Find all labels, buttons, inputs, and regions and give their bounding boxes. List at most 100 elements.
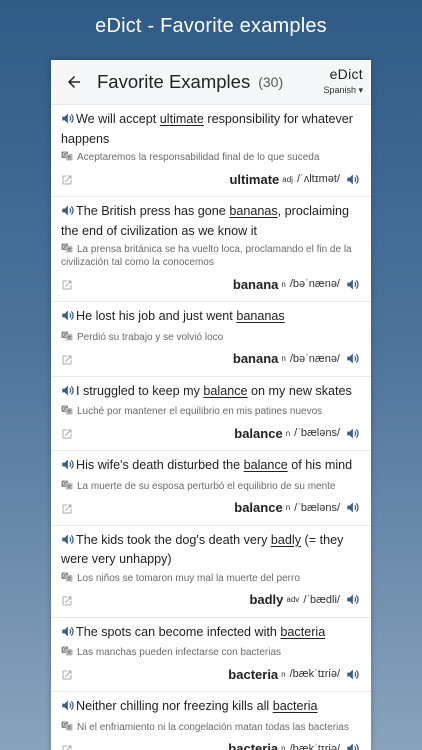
translation-text: Las manchas pueden infectarse con bacter… <box>77 647 282 658</box>
example-card[interactable]: We will accept ultimate responsibility f… <box>51 104 371 196</box>
example-sentence: The British press has gone bananas, proc… <box>61 203 361 240</box>
translation-text: Aceptaremos la responsabilidad final de … <box>77 152 320 163</box>
open-external-icon[interactable] <box>61 427 73 439</box>
word-row: banana n/bəˈnænə/ <box>61 348 361 370</box>
open-external-icon[interactable] <box>61 278 73 290</box>
speaker-icon[interactable] <box>346 742 361 750</box>
speaker-icon[interactable] <box>346 501 361 514</box>
speaker-icon[interactable] <box>61 384 76 403</box>
translate-icon: G文 <box>61 480 73 490</box>
example-sentence: We will accept ultimate responsibility f… <box>61 111 361 148</box>
promo-banner-title: eDict - Favorite examples <box>95 14 327 37</box>
highlighted-word[interactable]: balance <box>203 384 247 398</box>
headword-text: badly <box>249 592 284 607</box>
pronunciation: /ˈbæləns/ <box>294 427 340 439</box>
highlighted-word[interactable]: bacteria <box>280 625 325 639</box>
translation-text: La prensa británica se ha vuelto loca, p… <box>61 244 352 268</box>
speaker-icon[interactable] <box>61 309 76 328</box>
translation-text: Los niños se tomaron muy mal la muerte d… <box>77 572 300 584</box>
part-of-speech: adv <box>286 595 300 604</box>
headword-text: banana <box>232 276 279 292</box>
open-external-icon[interactable] <box>61 502 73 514</box>
highlighted-word[interactable]: bananas <box>229 204 277 218</box>
open-external-icon[interactable] <box>61 594 73 606</box>
headword-text: ultimate <box>229 171 280 187</box>
example-card[interactable]: The kids took the dog's death very badly… <box>51 524 371 617</box>
speaker-icon[interactable] <box>346 278 361 291</box>
language-dropdown[interactable]: Spanish ▾ <box>323 85 363 96</box>
open-external-icon[interactable] <box>61 668 73 680</box>
highlighted-word[interactable]: balance <box>244 458 288 472</box>
example-card[interactable]: Neither chilling nor freezing kills all … <box>51 691 371 750</box>
translation: G 文 Luché por mantener el equilibrio en mi… <box>61 405 361 418</box>
translation-text: Luché por mantener el equilibrio en mis … <box>77 406 323 417</box>
part-of-speech: n <box>281 669 286 679</box>
highlighted-word[interactable]: ultimate <box>160 112 204 126</box>
headword[interactable]: balance n/ˈbæləns/ <box>234 500 361 515</box>
app-screen: Favorite Examples (30) eDict Spanish ▾ W… <box>51 60 371 750</box>
pronunciation: /bækˈtɪriə/ <box>289 742 340 750</box>
example-card[interactable]: He lost his job and just went bananas G 文 P… <box>51 301 371 376</box>
part-of-speech: n <box>285 428 291 438</box>
translation: G 文 Aceptaremos la responsabilidad final d… <box>61 151 361 164</box>
translation: G 文 Perdió su trabajo y se volvió loco <box>61 331 361 344</box>
speaker-icon[interactable] <box>61 625 76 644</box>
part-of-speech: n <box>281 279 286 289</box>
app-bar: Favorite Examples (30) eDict Spanish ▾ <box>51 60 371 104</box>
example-sentence: The kids took the dog's death very badly… <box>61 532 361 569</box>
speaker-icon[interactable] <box>61 699 76 718</box>
speaker-icon[interactable] <box>61 458 76 477</box>
highlighted-word[interactable]: badly <box>271 533 301 547</box>
headword[interactable]: bacteria n/bækˈtɪriə/ <box>228 667 361 682</box>
example-sentence: His wife's death disturbed the balance o… <box>61 457 361 477</box>
open-external-icon[interactable] <box>61 353 73 365</box>
word-row: banana n/bəˈnænə/ <box>61 273 361 295</box>
headword[interactable]: badly adv/ˈbædli/ <box>249 592 361 607</box>
speaker-icon[interactable] <box>61 112 76 131</box>
headword[interactable]: banana n/bəˈnænə/ <box>233 277 361 292</box>
example-card[interactable]: The British press has gone bananas, proc… <box>51 196 371 301</box>
sentence-text: He lost his job and just went <box>76 309 237 323</box>
speaker-icon[interactable] <box>346 427 361 440</box>
back-arrow-icon[interactable] <box>65 73 83 91</box>
pronunciation: /bəˈnænə/ <box>289 278 340 290</box>
open-external-icon[interactable] <box>61 743 73 750</box>
headword-text: balance <box>234 425 283 441</box>
headword[interactable]: balance n/ˈbæləns/ <box>234 426 361 441</box>
sentence-text: We will accept <box>76 112 160 126</box>
example-sentence: I struggled to keep my balance on my new… <box>61 383 361 403</box>
example-card[interactable]: His wife's death disturbed the balance o… <box>51 450 371 525</box>
headword-text: banana <box>232 351 279 366</box>
translate-icon: G文 <box>61 405 73 415</box>
example-sentence: The spots can become infected with bacte… <box>61 624 361 644</box>
pronunciation: /ˈbæləns/ <box>294 501 340 514</box>
sentence-text: I struggled to keep my <box>76 383 204 398</box>
word-row: bacteria n/bækˈtɪriə/ <box>61 738 361 750</box>
highlighted-word[interactable]: bacteria <box>273 699 318 713</box>
highlighted-word[interactable]: bananas <box>236 309 284 323</box>
example-sentence: He lost his job and just went bananas <box>61 308 361 328</box>
open-external-icon[interactable] <box>61 173 73 185</box>
sentence-text: Neither chilling nor freezing kills all <box>76 699 273 713</box>
speaker-icon[interactable] <box>61 204 76 223</box>
speaker-icon[interactable] <box>346 352 361 365</box>
example-card[interactable]: I struggled to keep my balance on my new… <box>51 375 371 450</box>
word-row: badly adv/ˈbædli/ <box>61 589 361 611</box>
speaker-icon[interactable] <box>346 668 361 681</box>
example-card[interactable]: The spots can become infected with bacte… <box>51 616 371 691</box>
translate-icon: G文 <box>61 572 73 582</box>
translate-icon: G文 <box>61 721 73 731</box>
speaker-icon[interactable] <box>346 593 361 606</box>
headword[interactable]: banana n/bəˈnænə/ <box>233 351 361 366</box>
translation-text: Perdió su trabajo y se volvió loco <box>77 331 224 343</box>
headword[interactable]: ultimate adj/ˈʌltɪmət/ <box>229 172 361 187</box>
headword-text: bacteria <box>228 741 279 750</box>
page-title: Favorite Examples <box>97 71 251 92</box>
translation: G 文 Los niños se tomaron muy mal la muerte… <box>61 572 361 585</box>
speaker-icon[interactable] <box>346 173 361 186</box>
examples-list: We will accept ultimate responsibility f… <box>51 104 371 750</box>
headword[interactable]: bacteria n/bækˈtɪriə/ <box>228 741 361 750</box>
part-of-speech: adj <box>282 174 293 184</box>
brand-language-selector[interactable]: eDict Spanish ▾ <box>323 66 363 96</box>
speaker-icon[interactable] <box>61 533 76 552</box>
